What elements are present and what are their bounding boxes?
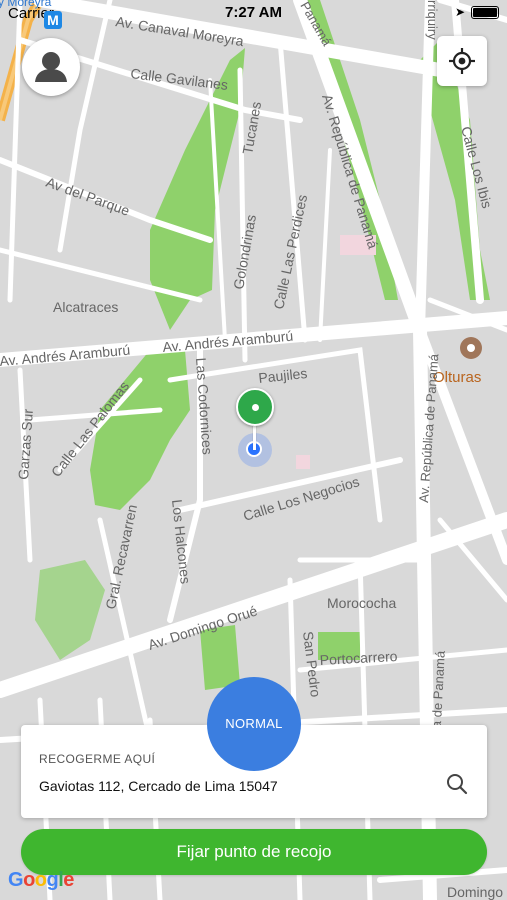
crosshair-icon [449,48,475,74]
metro-icon: M [44,11,62,29]
profile-avatar-button[interactable] [22,38,80,96]
label-olturas: Olturas [433,369,481,386]
google-logo: Google [8,869,74,891]
my-location-button[interactable] [437,36,487,86]
pickup-label: RECOGERME AQUÍ [39,752,156,766]
label-alcatraces: Alcatraces [53,299,118,315]
service-mode-button[interactable]: NORMAL [207,677,301,771]
location-arrow-icon: ➤ [454,5,465,19]
search-icon[interactable] [445,772,469,796]
pin-stem [253,426,256,450]
pin-marker-icon [236,388,274,426]
pickup-address[interactable]: Gaviotas 112, Cercado de Lima 15047 [39,778,278,794]
pickup-pin[interactable] [236,388,274,428]
label-morococha: Morococha [327,595,396,611]
label-domingo-br: Domingo [447,884,503,900]
poi-olturas-icon [460,337,482,359]
user-icon [35,52,67,82]
status-bar: Carrier 7:27 AM ➤ [0,0,507,24]
set-pickup-button[interactable]: Fijar punto de recojo [21,829,487,875]
clock: 7:27 AM [225,4,282,21]
battery-icon [471,6,499,19]
